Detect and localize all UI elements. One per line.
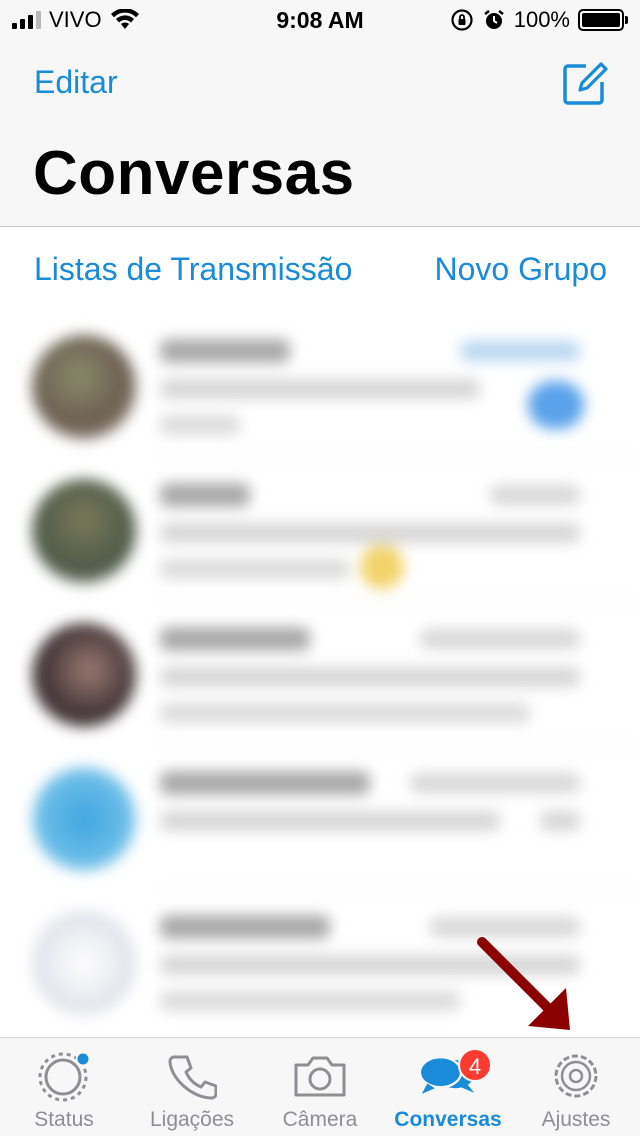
tab-status[interactable]: Status bbox=[0, 1038, 128, 1136]
status-icon bbox=[34, 1048, 94, 1104]
tab-label: Câmera bbox=[282, 1108, 358, 1131]
chat-list bbox=[0, 315, 640, 1037]
rotation-lock-icon bbox=[451, 9, 473, 31]
tab-label: Conversas bbox=[394, 1108, 502, 1131]
avatar bbox=[32, 623, 136, 727]
carrier-name: VIVO bbox=[49, 7, 102, 32]
chat-list-blurred bbox=[0, 315, 640, 1035]
tab-chats[interactable]: 4 Conversas bbox=[384, 1038, 512, 1136]
signal-icon bbox=[12, 11, 41, 29]
unread-badge: 4 bbox=[458, 1048, 492, 1082]
chat-row[interactable] bbox=[0, 459, 640, 603]
status-right: 100% bbox=[450, 7, 628, 33]
page-title: Conversas bbox=[33, 139, 355, 208]
avatar bbox=[32, 911, 136, 1015]
avatar bbox=[32, 767, 136, 871]
tab-settings[interactable]: Ajustes bbox=[512, 1038, 640, 1136]
wifi-icon bbox=[110, 9, 139, 29]
chat-row[interactable] bbox=[0, 315, 640, 459]
compose-icon[interactable] bbox=[560, 58, 610, 108]
new-group-link[interactable]: Novo Grupo bbox=[434, 251, 607, 288]
tab-label: Status bbox=[34, 1108, 94, 1131]
broadcast-lists-link[interactable]: Listas de Transmissão bbox=[34, 251, 352, 288]
camera-icon bbox=[290, 1048, 350, 1104]
edit-button[interactable]: Editar bbox=[34, 64, 118, 101]
nav-bar: Editar bbox=[0, 50, 640, 120]
battery-percent: 100% bbox=[513, 7, 570, 32]
settings-icon bbox=[546, 1048, 606, 1104]
chat-row[interactable] bbox=[0, 747, 640, 891]
status-bar: VIVO 9:08 AM 100% bbox=[0, 0, 640, 40]
tab-calls[interactable]: Ligações bbox=[128, 1038, 256, 1136]
chat-row[interactable] bbox=[0, 891, 640, 1035]
tab-camera[interactable]: Câmera bbox=[256, 1038, 384, 1136]
phone-icon bbox=[162, 1048, 222, 1104]
tab-bar: Status Ligações Câmera 4 Conversas Ajust… bbox=[0, 1037, 640, 1136]
avatar bbox=[32, 479, 136, 583]
status-left: VIVO bbox=[12, 7, 140, 33]
avatar bbox=[32, 335, 136, 439]
chat-row[interactable] bbox=[0, 603, 640, 747]
battery-icon bbox=[578, 9, 628, 31]
alarm-icon bbox=[483, 10, 504, 29]
tab-label: Ligações bbox=[149, 1108, 235, 1131]
links-row: Listas de Transmissão Novo Grupo bbox=[0, 227, 640, 315]
whatsapp-chats-screen: VIVO 9:08 AM 100% Editar Conversas Lista… bbox=[0, 0, 640, 1136]
tab-label: Ajustes bbox=[541, 1108, 611, 1131]
